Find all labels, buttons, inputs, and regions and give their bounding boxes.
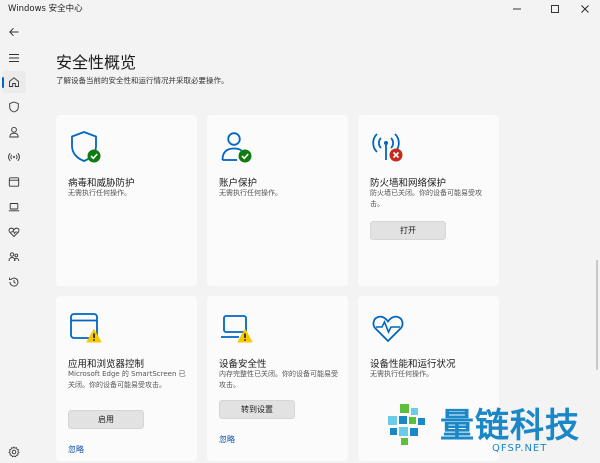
card-account-protection[interactable]: 账户保护 无需执行任何操作。: [207, 115, 348, 286]
card-app-browser-control[interactable]: 应用和浏览器控制 Microsoft Edge 的 SmartScreen 已关…: [56, 296, 197, 461]
firewall-error-icon: [372, 133, 403, 162]
page-subtitle: 了解设备当前的安全性和运行情况并采取必要操作。: [56, 76, 229, 85]
nav-account-protection[interactable]: [2, 121, 26, 143]
history-icon: [9, 277, 19, 287]
account-ok-icon: [221, 132, 252, 163]
close-button[interactable]: [570, 0, 600, 18]
app-title: Windows 安全中心: [8, 4, 83, 14]
card-description: Microsoft Edge 的 SmartScreen 已关闭。你的设备可能易…: [68, 370, 186, 389]
account-icon: [9, 126, 19, 138]
nav-settings[interactable]: [2, 441, 26, 463]
back-button[interactable]: [2, 21, 26, 43]
nav-firewall[interactable]: [2, 146, 26, 168]
card-virus-protection[interactable]: 病毒和威胁防护 无需执行任何操作。: [56, 115, 197, 286]
card-description: 无需执行任何操作。: [219, 189, 282, 197]
close-icon: [581, 5, 589, 13]
card-title: 设备性能和运行状况: [370, 359, 456, 370]
minimize-button[interactable]: [502, 0, 532, 18]
watermark: 量链科技 QFSP.NET: [384, 398, 596, 458]
card-title: 设备安全性: [219, 359, 267, 370]
virus-shield-icon: [9, 101, 19, 113]
card-title: 病毒和威胁防护: [68, 178, 135, 189]
nav-family-options[interactable]: [2, 246, 26, 268]
watermark-text: 量链科技: [440, 406, 580, 446]
card-title: 防火墙和网络保护: [370, 178, 447, 189]
family-icon: [8, 252, 20, 262]
menu-icon: [9, 54, 19, 62]
side-navigation: [0, 18, 28, 461]
page-title: 安全性概览: [56, 53, 137, 72]
turn-on-firewall-button[interactable]: 打开: [370, 221, 446, 240]
watermark-logo: [388, 404, 425, 445]
virus-shield-ok-icon: [71, 131, 101, 163]
nav-virus-protection[interactable]: [2, 96, 26, 118]
watermark-domain: QFSP.NET: [492, 443, 548, 454]
back-icon: [9, 27, 19, 37]
card-description: 内存完整性已关闭。你的设备可能易受攻击。: [219, 370, 338, 389]
vertical-scrollbar[interactable]: [596, 260, 598, 370]
card-title: 账户保护: [219, 178, 258, 189]
card-description: 无需执行任何操作。: [68, 189, 131, 197]
active-indicator: [2, 77, 4, 88]
health-heart-icon: [8, 227, 20, 238]
nav-device-security[interactable]: [2, 196, 26, 218]
card-description: 防火墙已关闭。你的设备可能易受攻击。: [370, 189, 482, 208]
nav-home[interactable]: [2, 71, 26, 93]
title-bar: Windows 安全中心: [0, 0, 600, 18]
maximize-button[interactable]: [540, 0, 570, 18]
dismiss-link[interactable]: 忽略: [68, 444, 84, 455]
menu-button[interactable]: [2, 47, 26, 69]
maximize-icon: [551, 5, 559, 13]
go-to-settings-button[interactable]: 转到设置: [219, 400, 295, 419]
device-laptop-icon: [8, 203, 20, 212]
card-title: 应用和浏览器控制: [68, 359, 145, 370]
nav-protection-history[interactable]: [2, 271, 26, 293]
home-icon: [9, 77, 19, 87]
nav-device-performance[interactable]: [2, 221, 26, 243]
app-browser-icon: [8, 177, 20, 187]
app-browser-warning-icon: [70, 313, 102, 343]
enable-smartscreen-button[interactable]: 启用: [68, 410, 144, 429]
card-firewall[interactable]: 防火墙和网络保护 防火墙已关闭。你的设备可能易受攻击。 打开: [358, 115, 499, 286]
dismiss-link[interactable]: 忽略: [219, 434, 235, 445]
card-device-security[interactable]: 设备安全性 内存完整性已关闭。你的设备可能易受攻击。 转到设置 忽略: [207, 296, 348, 461]
nav-app-browser[interactable]: [2, 171, 26, 193]
settings-gear-icon: [8, 446, 20, 458]
minimize-icon: [513, 8, 521, 10]
device-security-warning-icon: [221, 315, 253, 343]
firewall-wifi-icon: [8, 152, 20, 162]
card-description: 无需执行任何操作。: [370, 370, 433, 378]
performance-heart-icon: [372, 315, 404, 343]
